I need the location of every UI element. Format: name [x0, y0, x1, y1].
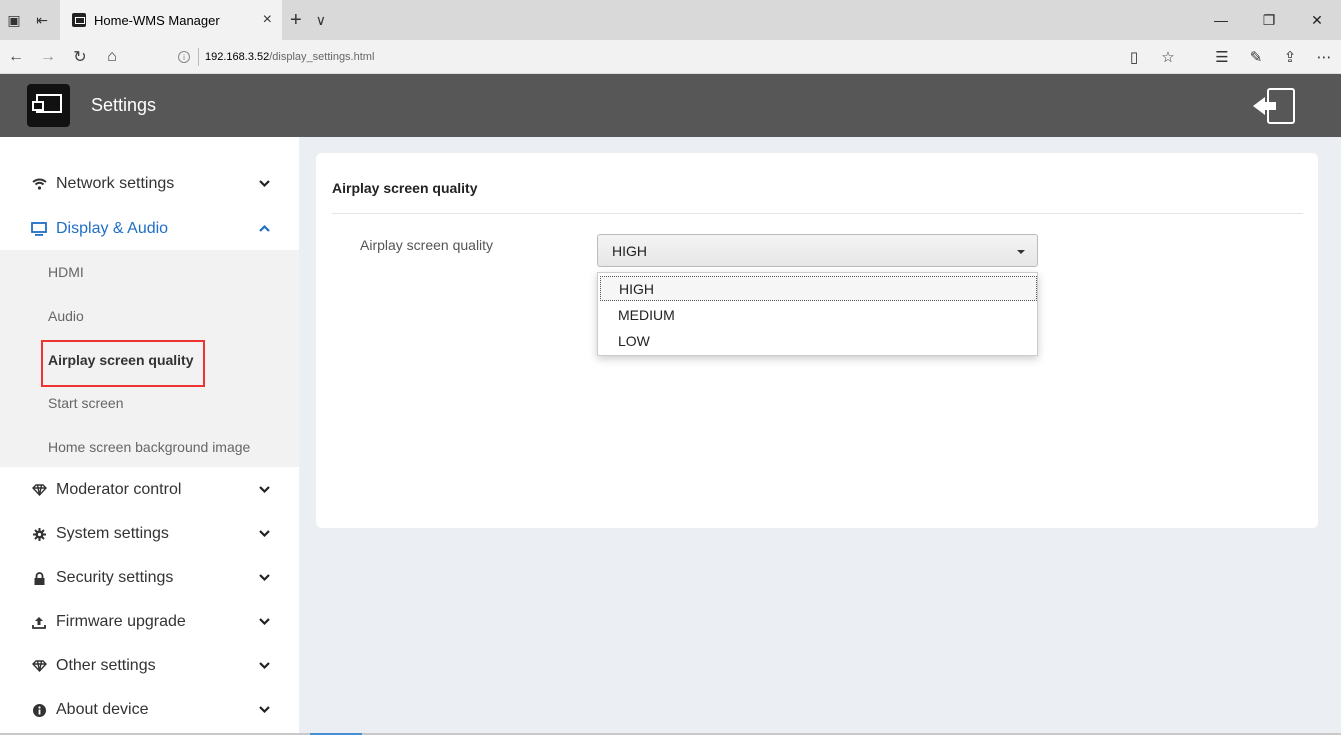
chevron-down-icon [259, 530, 270, 538]
sidebar-item-label: System settings [56, 525, 169, 542]
chevron-down-icon [259, 180, 270, 188]
tab-close-icon[interactable]: × [263, 11, 272, 29]
app-header: Settings [0, 74, 1341, 137]
back-arrow-icon[interactable]: ← [0, 48, 32, 66]
sidebar-item-display-audio[interactable]: Display & Audio [0, 207, 299, 251]
close-window-button[interactable]: ✕ [1293, 0, 1341, 40]
sidebar-item-moderator-control[interactable]: Moderator control [0, 468, 299, 512]
set-aside-tabs-icon[interactable]: ⇤ [28, 0, 56, 40]
chevron-down-icon [259, 486, 270, 494]
sidebar-item-label: Network settings [56, 175, 175, 192]
screen-share-logo-icon [27, 84, 70, 127]
monitor-icon [30, 222, 48, 236]
tab-preview-icon[interactable]: ∨ [316, 12, 326, 29]
airplay-quality-label: Airplay screen quality [360, 237, 494, 253]
card-title: Airplay screen quality [332, 180, 478, 196]
browser-address-bar: ← → ↻ ⌂ i 192.168.3.52 /display_settings… [0, 40, 1341, 74]
submenu-item-home-screen-background[interactable]: Home screen background image [0, 425, 299, 469]
browser-tab[interactable]: Home-WMS Manager × [60, 0, 282, 40]
forward-arrow-icon[interactable]: → [32, 48, 64, 66]
sidebar-item-label: Firmware upgrade [56, 613, 186, 630]
sidebar-item-security-settings[interactable]: Security settings [0, 556, 299, 600]
sidebar: Network settings Display & Audio HDMI Au… [0, 137, 299, 735]
submenu-item-start-screen[interactable]: Start screen [0, 381, 299, 425]
site-info-icon[interactable]: i [178, 51, 190, 63]
favorites-list-icon[interactable]: ☰ [1205, 48, 1239, 66]
restore-button[interactable]: ❐ [1245, 0, 1293, 40]
option-medium[interactable]: MEDIUM [600, 302, 1037, 327]
share-icon[interactable]: ⇪ [1273, 48, 1307, 66]
sidebar-item-about-device[interactable]: About device [0, 688, 299, 732]
sidebar-item-label: Other settings [56, 657, 156, 674]
gear-icon [30, 527, 48, 541]
reading-view-icon[interactable]: ▯ [1117, 48, 1151, 66]
diamond-icon [30, 660, 48, 672]
airplay-quality-dropdown: HIGH MEDIUM LOW [597, 272, 1038, 356]
minimize-button[interactable]: — [1197, 0, 1245, 40]
sidebar-item-label: Moderator control [56, 481, 182, 498]
sidebar-item-network-settings[interactable]: Network settings [0, 162, 299, 206]
refresh-icon[interactable]: ↻ [64, 47, 96, 67]
settings-card: Airplay screen quality Airplay screen qu… [316, 153, 1318, 528]
browser-tab-bar: ▣ ⇤ Home-WMS Manager × + ∨ — ❐ ✕ [0, 0, 1341, 40]
tab-title: Home-WMS Manager [94, 12, 220, 28]
highlight-annotation-box [41, 340, 205, 387]
sidebar-item-label: Display & Audio [56, 220, 169, 237]
option-high[interactable]: HIGH [600, 276, 1037, 301]
logout-icon[interactable] [1253, 88, 1297, 124]
lock-icon [30, 571, 48, 585]
url-path: /display_settings.html [269, 51, 375, 63]
url-host: 192.168.3.52 [205, 51, 270, 63]
option-low[interactable]: LOW [600, 328, 1037, 353]
upload-icon [30, 616, 48, 629]
select-value: HIGH [612, 242, 647, 259]
sidebar-item-label: Security settings [56, 569, 174, 586]
chevron-down-icon [259, 574, 270, 582]
chevron-down-icon [259, 618, 270, 626]
sidebar-item-firmware-upgrade[interactable]: Firmware upgrade [0, 600, 299, 644]
chevron-up-icon [259, 224, 270, 232]
sidebar-item-label: About device [56, 701, 149, 718]
chevron-down-icon [259, 662, 270, 670]
pen-notes-icon[interactable]: ✎ [1239, 48, 1273, 66]
submenu-item-hdmi[interactable]: HDMI [0, 250, 299, 294]
tab-actions-icon[interactable]: ▣ [0, 0, 28, 40]
url-separator [198, 48, 199, 66]
card-divider [332, 213, 1303, 214]
chevron-down-icon [259, 706, 270, 714]
submenu-item-audio[interactable]: Audio [0, 294, 299, 338]
caret-down-icon [1017, 250, 1025, 254]
wifi-icon [30, 178, 48, 190]
sidebar-item-system-settings[interactable]: System settings [0, 512, 299, 556]
page-title: Settings [91, 95, 157, 115]
sidebar-item-other-settings[interactable]: Other settings [0, 644, 299, 688]
new-tab-button[interactable]: + [290, 9, 302, 32]
airplay-quality-select[interactable]: HIGH [597, 234, 1038, 267]
favorite-star-icon[interactable]: ☆ [1151, 48, 1185, 66]
url-field[interactable]: i 192.168.3.52 /display_settings.html [178, 45, 1098, 69]
more-menu-icon[interactable]: ⋯ [1307, 48, 1341, 66]
home-icon[interactable]: ⌂ [96, 48, 128, 66]
site-favicon-icon [72, 13, 86, 27]
diamond-icon [30, 484, 48, 496]
info-icon [30, 703, 48, 717]
